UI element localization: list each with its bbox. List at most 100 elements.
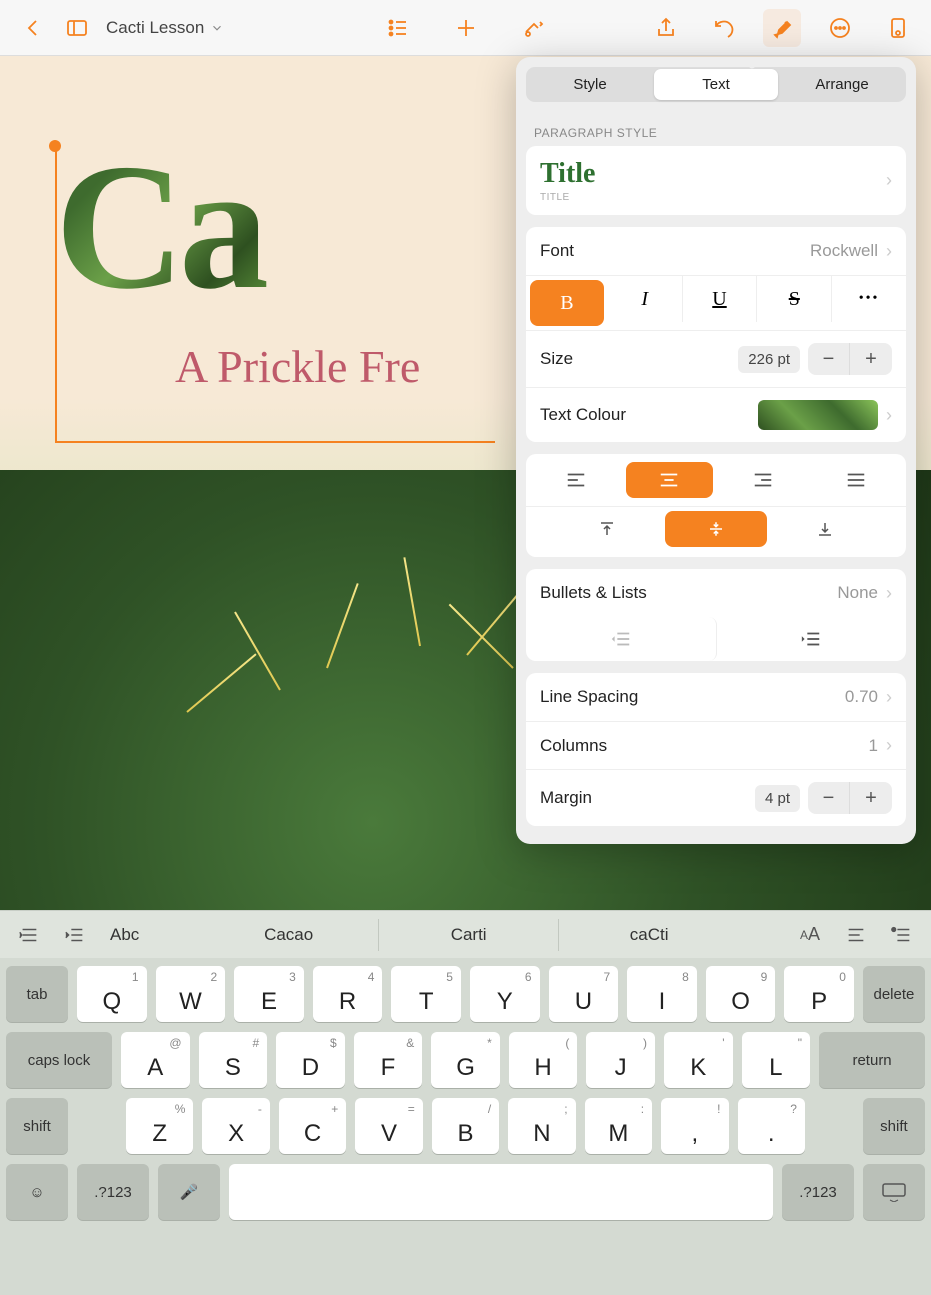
more-styles-button[interactable]: •••: [832, 276, 906, 322]
valign-top-button[interactable]: [556, 511, 657, 547]
key-return[interactable]: return: [819, 1032, 925, 1088]
selection-edge-bottom: [55, 441, 495, 443]
align-center-button[interactable]: [626, 462, 714, 498]
document-title-text: Cacti Lesson: [106, 18, 204, 38]
key-e[interactable]: 3E: [234, 966, 304, 1022]
key-shift-right[interactable]: shift: [863, 1098, 925, 1154]
key-dismiss-keyboard[interactable]: [863, 1164, 925, 1220]
insert-button[interactable]: [447, 9, 485, 47]
undo-button[interactable]: [705, 9, 743, 47]
title-text: Ca: [55, 146, 420, 308]
size-decrement[interactable]: −: [808, 343, 850, 375]
key-l[interactable]: "L: [742, 1032, 811, 1088]
key-b[interactable]: /B: [432, 1098, 499, 1154]
key-s[interactable]: #S: [199, 1032, 268, 1088]
insert-shortcut[interactable]: +: [883, 917, 921, 953]
prediction-1[interactable]: Carti: [379, 919, 559, 951]
valign-middle-button[interactable]: [665, 511, 766, 547]
columns-label: Columns: [540, 736, 869, 756]
tab-arrange[interactable]: Arrange: [780, 69, 904, 100]
italic-button[interactable]: I: [608, 276, 683, 322]
key-z[interactable]: %Z: [126, 1098, 193, 1154]
line-spacing-label: Line Spacing: [540, 687, 845, 707]
chevron-down-icon: [210, 21, 224, 35]
key-p[interactable]: 0P: [784, 966, 854, 1022]
outdent-button[interactable]: [526, 617, 717, 661]
key-space[interactable]: [229, 1164, 773, 1220]
key-a[interactable]: @A: [121, 1032, 190, 1088]
key-period[interactable]: ?.: [738, 1098, 805, 1154]
margin-value[interactable]: 4 pt: [755, 785, 800, 812]
valign-bottom-button[interactable]: [775, 511, 876, 547]
line-spacing-row[interactable]: Line Spacing 0.70 ›: [526, 673, 906, 721]
key-capslock[interactable]: caps lock: [6, 1032, 112, 1088]
toc-button[interactable]: [379, 9, 417, 47]
text-colour-swatch[interactable]: [758, 400, 878, 430]
key-h[interactable]: (H: [509, 1032, 578, 1088]
panels-button[interactable]: [58, 9, 96, 47]
key-u[interactable]: 7U: [549, 966, 619, 1022]
align-left-button[interactable]: [532, 462, 620, 498]
key-g[interactable]: *G: [431, 1032, 500, 1088]
size-value[interactable]: 226 pt: [738, 346, 800, 373]
key-c[interactable]: +C: [279, 1098, 346, 1154]
key-comma[interactable]: !,: [661, 1098, 728, 1154]
more-button[interactable]: [821, 9, 859, 47]
format-button[interactable]: [763, 9, 801, 47]
paragraph-style-row[interactable]: Title TITLE ›: [526, 146, 906, 215]
key-f[interactable]: &F: [354, 1032, 423, 1088]
key-k[interactable]: 'K: [664, 1032, 733, 1088]
text-colour-row[interactable]: Text Colour ›: [526, 387, 906, 442]
title-text-box[interactable]: Ca A Prickle Fre: [55, 146, 420, 393]
prediction-0[interactable]: Cacao: [199, 919, 379, 951]
key-d[interactable]: $D: [276, 1032, 345, 1088]
key-emoji[interactable]: ☺: [6, 1164, 68, 1220]
key-t[interactable]: 5T: [391, 966, 461, 1022]
tab-text[interactable]: Text: [654, 69, 778, 100]
key-i[interactable]: 8I: [627, 966, 697, 1022]
font-row[interactable]: Font Rockwell ›: [526, 227, 906, 275]
key-shift-left[interactable]: shift: [6, 1098, 68, 1154]
key-j[interactable]: )J: [586, 1032, 655, 1088]
key-v[interactable]: =V: [355, 1098, 422, 1154]
key-tab[interactable]: tab: [6, 966, 68, 1022]
margin-decrement[interactable]: −: [808, 782, 850, 814]
size-increment[interactable]: +: [850, 343, 892, 375]
tools-button[interactable]: [515, 9, 553, 47]
list-shortcut-button[interactable]: [10, 917, 48, 953]
key-y[interactable]: 6Y: [470, 966, 540, 1022]
key-r[interactable]: 4R: [313, 966, 383, 1022]
underline-button[interactable]: U: [683, 276, 758, 322]
font-value: Rockwell: [810, 241, 878, 261]
prediction-2[interactable]: caCti: [559, 919, 739, 951]
key-numsym-left[interactable]: .?123: [77, 1164, 149, 1220]
subtitle-text: A Prickle Fre: [175, 340, 420, 393]
document-title[interactable]: Cacti Lesson: [106, 18, 224, 38]
key-x[interactable]: -X: [202, 1098, 269, 1154]
key-o[interactable]: 9O: [706, 966, 776, 1022]
align-right-button[interactable]: [719, 462, 807, 498]
document-settings-button[interactable]: [879, 9, 917, 47]
bold-button[interactable]: B: [530, 280, 604, 326]
align-justify-button[interactable]: [813, 462, 901, 498]
key-n[interactable]: ;N: [508, 1098, 575, 1154]
margin-increment[interactable]: +: [850, 782, 892, 814]
key-delete[interactable]: delete: [863, 966, 925, 1022]
indent-shortcut-button[interactable]: [56, 917, 94, 953]
bullets-row[interactable]: Bullets & Lists None ›: [526, 569, 906, 617]
key-w[interactable]: 2W: [156, 966, 226, 1022]
text-size-shortcut[interactable]: AA: [791, 917, 829, 953]
share-button[interactable]: [647, 9, 685, 47]
strikethrough-button[interactable]: S: [757, 276, 832, 322]
indent-button[interactable]: [717, 617, 907, 661]
back-button[interactable]: [14, 9, 52, 47]
key-m[interactable]: :M: [585, 1098, 652, 1154]
font-label: Font: [540, 241, 810, 261]
key-dictation[interactable]: 🎤: [158, 1164, 220, 1220]
key-numsym-right[interactable]: .?123: [782, 1164, 854, 1220]
key-q[interactable]: 1Q: [77, 966, 147, 1022]
align-shortcut[interactable]: [837, 917, 875, 953]
columns-row[interactable]: Columns 1 ›: [526, 721, 906, 769]
abc-button[interactable]: Abc: [102, 925, 147, 945]
tab-style[interactable]: Style: [528, 69, 652, 100]
